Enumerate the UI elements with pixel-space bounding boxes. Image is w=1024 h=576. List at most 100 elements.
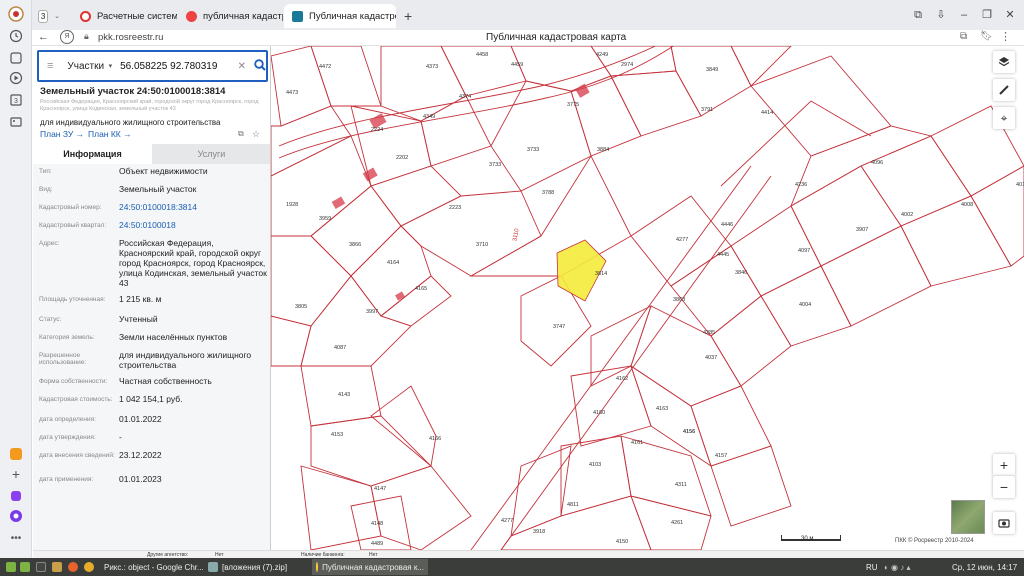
- parcel-number-label: 4164: [387, 260, 399, 266]
- parcel-number-label: 3733: [527, 147, 539, 153]
- bookmark-icon[interactable]: 🔖︎: [980, 31, 993, 42]
- gallery-icon[interactable]: [8, 114, 24, 130]
- info-label: Адрес:: [39, 240, 60, 247]
- parcel-number-label: 4811: [567, 502, 579, 508]
- alice-icon[interactable]: [8, 488, 24, 504]
- parcel-number-label: 3997: [366, 309, 378, 315]
- layers-button[interactable]: [993, 51, 1015, 73]
- tab-title: Расчетные системы: [97, 10, 177, 22]
- search-category[interactable]: Участки: [67, 61, 108, 72]
- info-value: 1 215 кв. м: [119, 294, 162, 304]
- clear-search-icon[interactable]: ✕: [238, 61, 246, 72]
- more-icon[interactable]: •••: [8, 530, 24, 546]
- history-icon[interactable]: [8, 28, 24, 44]
- info-label: Разрешенное использование:: [39, 352, 87, 366]
- favorite-star-icon[interactable]: ☆: [252, 129, 260, 140]
- parcel-number-label: 4166: [429, 436, 441, 442]
- plan-kk-label: План КК: [88, 129, 121, 139]
- yandex-icon: [316, 562, 319, 572]
- info-label: дата утверждения:: [39, 434, 96, 441]
- menu-dots-icon[interactable]: ⋮: [1000, 30, 1011, 43]
- location-button[interactable]: ⌖: [993, 107, 1015, 129]
- info-row: Кадастровая стоимость: 1 042 154,1 руб.: [39, 394, 269, 404]
- assistant-icon[interactable]: [8, 508, 24, 524]
- plan-zu-link[interactable]: План ЗУ →: [40, 129, 84, 139]
- zoom-out-button[interactable]: −: [993, 476, 1015, 498]
- satellite-layer-thumbnail[interactable]: [951, 500, 985, 534]
- parcel-number-label: 4161: [631, 440, 643, 446]
- tab-count-badge: 3: [38, 9, 49, 23]
- info-value[interactable]: 24:50:0100018:3814: [119, 202, 269, 212]
- page-title: Публичная кадастровая карта: [486, 32, 627, 43]
- status-strip: Другие агентство: Нет Наличие банкинга: …: [33, 550, 1024, 558]
- downloads-icon[interactable]: ⇩: [933, 7, 949, 23]
- hamburger-icon[interactable]: ≡: [47, 60, 53, 72]
- measure-button[interactable]: [993, 79, 1015, 101]
- yandex-favicon-icon: [186, 10, 197, 22]
- info-value: Частная собственность: [119, 376, 212, 386]
- info-value: для индивидуального жилищного строительс…: [119, 350, 252, 370]
- parcel-number-label: 4445: [717, 252, 729, 258]
- add-panel-icon[interactable]: +: [8, 466, 24, 482]
- back-arrow-icon[interactable]: ←: [38, 31, 49, 43]
- collections-icon[interactable]: [8, 50, 24, 66]
- yandex-protect-icon[interactable]: Я: [60, 30, 74, 44]
- parcel-number-label: 3863: [673, 297, 685, 303]
- search-icon[interactable]: [254, 58, 266, 74]
- tab-0[interactable]: Расчетные системы: [72, 4, 177, 28]
- parcel-number-label: 3907: [856, 227, 868, 233]
- close-window-button[interactable]: ✕: [1002, 7, 1018, 23]
- info-row: Категория земель: Земли населённых пункто…: [39, 332, 269, 342]
- info-label: Форма собственности:: [39, 378, 108, 385]
- tab-counter[interactable]: 3 ⌄: [34, 4, 64, 28]
- plan-kk-link[interactable]: План КК →: [88, 129, 132, 139]
- tab-2-active[interactable]: Публичная кадастровая ✕: [284, 4, 396, 28]
- taskbar-item-label: [вложения (7).zip]: [222, 562, 288, 572]
- chevron-down-icon[interactable]: ▾: [109, 62, 113, 70]
- parcel-number-label: 4473: [286, 90, 298, 96]
- counter-icon[interactable]: 3: [8, 92, 24, 108]
- info-label: Кадастровый номер:: [39, 204, 102, 211]
- browser-logo-icon[interactable]: [8, 6, 24, 22]
- taskbar-item-label: Публичная кадастровая к...: [322, 562, 424, 572]
- reader-mode-icon[interactable]: ⧉: [960, 31, 967, 42]
- zoom-in-button[interactable]: +: [993, 454, 1015, 476]
- info-value: Земли населённых пунктов: [119, 332, 228, 342]
- lock-icon[interactable]: 🔒︎: [84, 31, 89, 42]
- parcel-number-label: 3788: [542, 190, 554, 196]
- taskbar-item-pkk[interactable]: Публичная кадастровая к...: [312, 559, 428, 575]
- tab-information[interactable]: Информация: [33, 144, 152, 164]
- video-icon[interactable]: [8, 70, 24, 86]
- taskbar-item-chrome[interactable]: Рикс.: object - Google Chr...: [96, 559, 204, 575]
- parcel-number-label: 3866: [349, 242, 361, 248]
- info-row: Тип: Объект недвижимости: [39, 166, 269, 176]
- tray-icons[interactable]: ◐ ◉ ♪ ▴: [880, 559, 915, 575]
- info-row: Кадастровый номер: 24:50:0100018:3814: [39, 202, 269, 212]
- url-text[interactable]: pkk.rosreestr.ru: [98, 32, 163, 43]
- minimize-button[interactable]: –: [956, 7, 972, 23]
- cadastral-map[interactable]: 4472 4373 4458 4459 4249 2974 3849 4473 4374 3775…: [271, 46, 1024, 550]
- parcel-number-label: 4446: [721, 222, 733, 228]
- rosreestr-favicon-icon: [292, 10, 303, 22]
- camera-icon[interactable]: [993, 512, 1015, 534]
- svg-text:3: 3: [14, 98, 18, 105]
- tab-services[interactable]: Услуги: [152, 144, 270, 164]
- info-label: Вид:: [39, 186, 53, 193]
- scale-label: 30 м: [801, 536, 814, 542]
- plan-zu-label: План ЗУ: [40, 129, 74, 139]
- restore-button[interactable]: ❐: [979, 7, 995, 23]
- parcel-number-label: 4153: [331, 432, 343, 438]
- info-value[interactable]: 24:50:0100018: [119, 220, 269, 230]
- taskbar-item-archive[interactable]: [вложения (7).zip]: [204, 559, 308, 575]
- parcel-number-label: 4311: [675, 482, 687, 488]
- messenger-icon[interactable]: [8, 446, 24, 462]
- clock[interactable]: Ср, 12 июн, 14:17: [948, 559, 1021, 575]
- tabs-view-icon[interactable]: ⧉: [910, 7, 926, 23]
- language-indicator[interactable]: RU: [862, 559, 882, 575]
- tab-1[interactable]: публичная кадастровая: [178, 4, 283, 28]
- map-canvas[interactable]: 4472 4373 4458 4459 4249 2974 3849 4473 4374 3775…: [271, 46, 1024, 550]
- parcel-number-label: 3959: [319, 216, 331, 222]
- search-input[interactable]: 56.058225 92.780319: [120, 61, 238, 72]
- copy-icon[interactable]: ⧉: [238, 129, 244, 139]
- new-tab-button[interactable]: +: [396, 4, 418, 28]
